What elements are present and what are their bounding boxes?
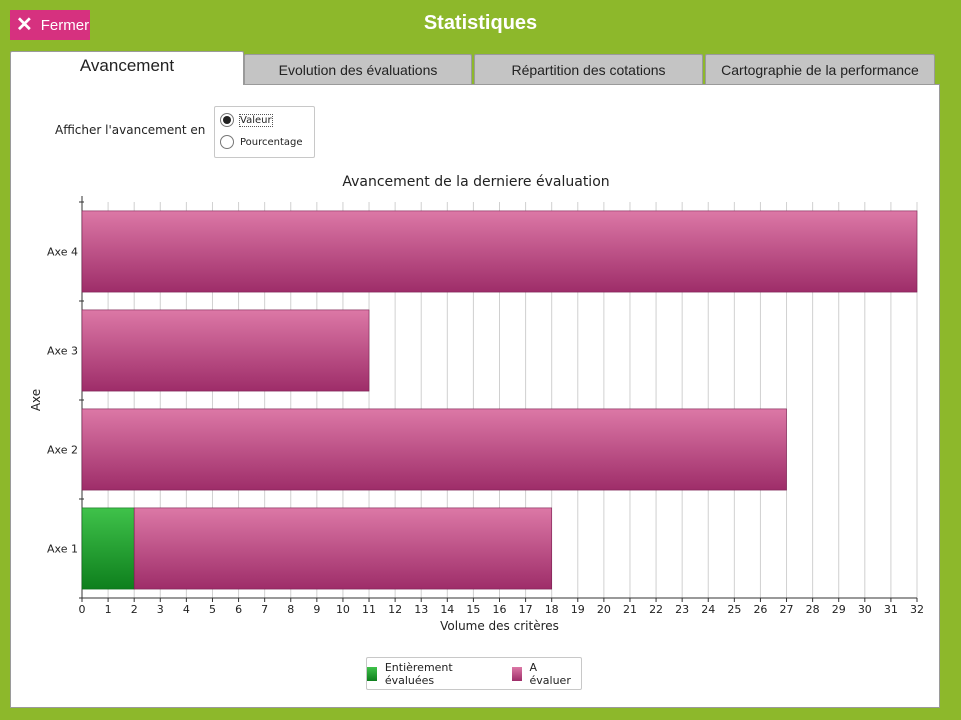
y-category-label: Axe 3	[47, 345, 78, 358]
x-tick-label: 1	[105, 603, 112, 616]
legend-item-to-evaluate: A évaluer	[511, 660, 581, 687]
x-tick-label: 20	[597, 603, 611, 616]
x-tick-label: 27	[780, 603, 794, 616]
bar-to-evaluate	[81, 408, 787, 491]
x-axis-label: Volume des critères	[440, 619, 559, 633]
bar-to-evaluate	[81, 309, 370, 392]
app-title: Statistiques	[423, 12, 538, 34]
bar-chart: 0 1 2 3 4 5 6 7 8 9 10 11 12 13 14 15 16 17 18 19 20 21 22 23 24…	[29, 196, 924, 633]
legend-swatch-evaluated	[367, 666, 377, 681]
y-category-label: Axe 1	[47, 543, 78, 556]
y-category-label: Axe 2	[47, 444, 78, 457]
x-tick-label: 5	[209, 603, 216, 616]
x-tick-label: 14	[440, 603, 454, 616]
x-tick-label: 21	[623, 603, 637, 616]
x-tick-label: 26	[753, 603, 767, 616]
x-tick-label: 16	[493, 603, 507, 616]
chart-legend: Entièrement évaluées A évaluer	[366, 657, 582, 690]
legend-item-evaluated: Entièrement évaluées	[367, 661, 504, 687]
x-tick-label: 31	[884, 603, 898, 616]
x-tick-label: 10	[336, 603, 350, 616]
x-tick-label: 8	[287, 603, 294, 616]
bar-to-evaluate	[81, 210, 918, 293]
x-tick-label: 30	[858, 603, 872, 616]
x-tick-label: 13	[414, 603, 428, 616]
chart-panel: Afficher l'avancement en Valeur Pourcent…	[10, 84, 940, 708]
legend-label-evaluated: Entièrement évaluées	[384, 660, 453, 687]
x-tick-label: 19	[571, 603, 585, 616]
x-tick-label: 11	[362, 603, 376, 616]
tab-evolution[interactable]: Evolution des évaluations	[244, 54, 472, 84]
y-axis-label: Axe	[29, 389, 43, 411]
x-tick-label: 24	[701, 603, 715, 616]
x-tick-label: 4	[183, 603, 190, 616]
tab-bar: Avancement Evolution des évaluations Rép…	[10, 51, 940, 85]
x-tick-label: 17	[519, 603, 533, 616]
legend-label-to-evaluate: A évaluer	[529, 660, 571, 687]
x-tick-label: 9	[313, 603, 320, 616]
x-tick-label: 28	[806, 603, 820, 616]
tab-repartition[interactable]: Répartition des cotations	[474, 54, 703, 84]
x-tick-label: 23	[675, 603, 689, 616]
legend-swatch-to-evaluate	[511, 666, 522, 681]
bar-to-evaluate	[133, 507, 552, 590]
x-tick-label: 0	[79, 603, 86, 616]
bar-evaluated	[81, 507, 135, 590]
x-tick-label: 29	[832, 603, 846, 616]
x-tick-label: 32	[910, 603, 924, 616]
x-tick-label: 6	[235, 603, 242, 616]
x-tick-label: 18	[545, 603, 559, 616]
x-tick-label: 22	[649, 603, 663, 616]
x-tick-label: 3	[157, 603, 164, 616]
x-tick-label: 15	[466, 603, 480, 616]
y-category-label: Axe 4	[47, 246, 78, 259]
x-tick-label: 7	[261, 603, 268, 616]
x-tick-label: 25	[727, 603, 741, 616]
tab-avancement[interactable]: Avancement	[10, 51, 244, 85]
x-tick-label: 2	[131, 603, 138, 616]
x-tick-label: 12	[388, 603, 402, 616]
tab-cartographie[interactable]: Cartographie de la performance	[705, 54, 935, 84]
